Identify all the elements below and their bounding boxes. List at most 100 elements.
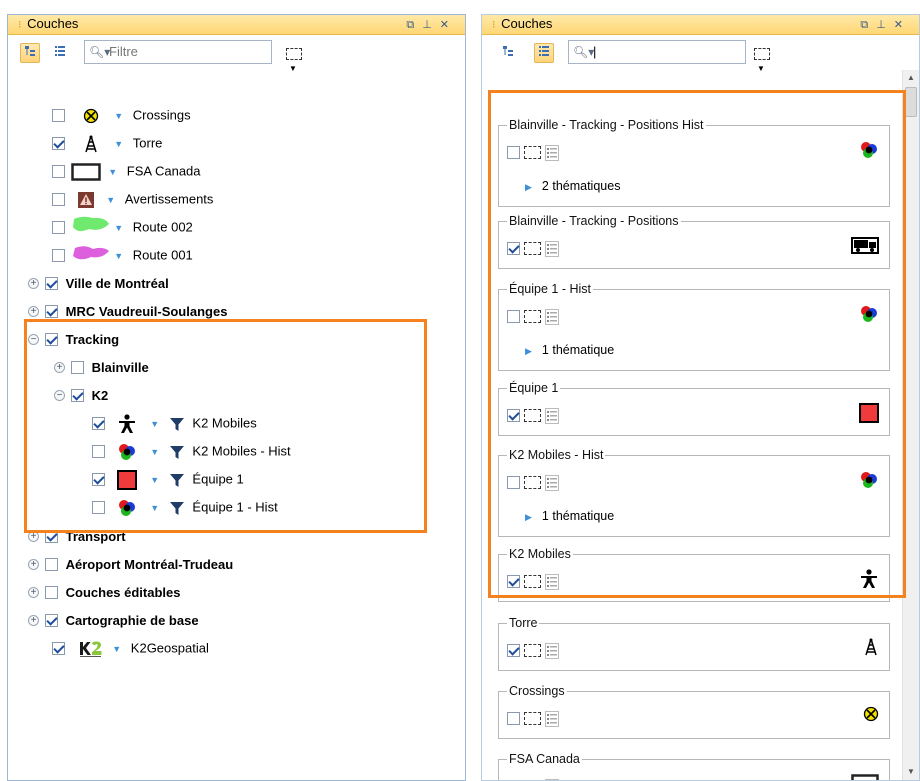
selectable-icon[interactable] (524, 712, 541, 726)
layer-checkbox[interactable] (507, 644, 520, 658)
legend-list-icon[interactable] (545, 778, 559, 780)
rectangle-outline-icon (70, 162, 101, 181)
filter-search-input[interactable]: 🔍︎▾ | (568, 40, 746, 64)
list-view-button[interactable] (50, 43, 70, 63)
tree-group-cartographie-de-base[interactable]: + Cartographie de base (28, 609, 199, 631)
pin-icon[interactable]: ⊥ (422, 19, 440, 31)
tree-item-route-002[interactable]: ▼ Route 002 (52, 216, 193, 238)
search-placeholder: Filtre (109, 44, 138, 59)
float-icon[interactable]: ⧉ (406, 19, 422, 31)
tree-group-ville-de-montreal[interactable]: + Ville de Montréal (28, 272, 169, 294)
layer-card-crossings[interactable]: Crossings (498, 683, 890, 739)
tree-view-button[interactable] (498, 43, 518, 63)
group-label: MRC Vaudreuil-Soulanges (65, 303, 228, 319)
tree-item-crossings[interactable]: ▼ Crossings (52, 104, 191, 126)
layer-checkbox[interactable] (507, 712, 520, 726)
layer-checkbox[interactable] (52, 642, 65, 656)
expand-icon[interactable]: + (28, 278, 39, 290)
tree-item-k2geospatial[interactable]: ▼ K2Geospatial (52, 637, 209, 659)
crossing-icon (863, 706, 879, 722)
caret-down-icon[interactable]: ▼ (114, 111, 123, 121)
scroll-thumb[interactable] (905, 87, 917, 117)
tree-item-route-001[interactable]: ▼ Route 001 (52, 244, 193, 266)
layer-label: Route 001 (132, 247, 193, 263)
warning-icon (77, 191, 94, 208)
layer-checkbox[interactable] (52, 249, 65, 263)
expand-icon[interactable]: + (28, 615, 39, 627)
layer-checkbox[interactable] (52, 137, 65, 151)
tree-group-couches-editables[interactable]: + Couches éditables (28, 581, 181, 603)
expand-icon[interactable]: + (28, 559, 39, 571)
layer-label: Crossings (132, 107, 191, 123)
group-label: Cartographie de base (65, 612, 199, 628)
selection-mode-button[interactable]: ▼ (286, 45, 310, 73)
k2-logo-icon (79, 641, 102, 657)
float-icon[interactable]: ⧉ (860, 19, 876, 31)
caret-down-icon[interactable]: ▼ (114, 251, 123, 261)
layer-label: Torre (132, 135, 163, 151)
tree-item-avertissements[interactable]: ▼ Avertissements (52, 188, 213, 210)
scroll-up-icon[interactable]: ▲ (903, 70, 919, 86)
layer-checkbox[interactable] (45, 277, 58, 291)
tree-view-icon (25, 46, 35, 56)
layer-label: FSA Canada (126, 163, 201, 179)
layer-card-torre[interactable]: Torre (498, 615, 890, 671)
layer-checkbox[interactable] (45, 586, 58, 600)
crossing-icon (83, 108, 98, 123)
pin-icon[interactable]: ⊥ (876, 19, 894, 31)
panel-toolbar: 🔍︎▾ Filtre ▼ (8, 35, 465, 73)
layer-checkbox[interactable] (45, 614, 58, 628)
layer-checkbox[interactable] (52, 109, 65, 123)
highlight-box-tracking-cards (488, 90, 906, 598)
caret-down-icon[interactable]: ▼ (114, 223, 123, 233)
green-area-icon (72, 216, 109, 231)
layer-label: K2Geospatial (130, 640, 209, 656)
list-view-icon (539, 46, 549, 56)
rectangle-outline-icon (851, 774, 879, 780)
caret-down-icon[interactable]: ▼ (106, 195, 115, 205)
caret-down-icon[interactable]: ▼ (108, 167, 117, 177)
tree-item-torre[interactable]: ▼ Torre (52, 132, 162, 154)
legend-list-icon[interactable] (545, 710, 559, 727)
selection-rectangle-icon (754, 47, 770, 60)
panel-titlebar[interactable]: ⁝ Couches ⧉⊥✕ (8, 15, 465, 35)
caret-down-icon[interactable]: ▼ (112, 644, 121, 654)
layer-label: Avertissements (124, 191, 214, 207)
layer-checkbox[interactable] (52, 221, 65, 235)
expand-icon[interactable]: + (28, 587, 39, 599)
layer-card-fsa-canada[interactable]: FSA Canada (498, 751, 890, 780)
search-icon: 🔍︎▾ (89, 45, 111, 59)
filter-search-input[interactable]: 🔍︎▾ Filtre (84, 40, 272, 64)
tree-view-button[interactable] (20, 43, 40, 63)
tree-item-fsa-canada[interactable]: ▼ FSA Canada (52, 160, 201, 182)
close-icon[interactable]: ✕ (894, 19, 911, 31)
layer-checkbox[interactable] (45, 305, 58, 319)
list-view-button[interactable] (534, 43, 554, 63)
group-label: Couches éditables (65, 584, 181, 600)
panel-titlebar[interactable]: ⁝ Couches ⧉⊥✕ (482, 15, 919, 35)
selectable-icon[interactable] (524, 644, 541, 658)
layer-label: Route 002 (132, 219, 193, 235)
highlight-box-tracking (24, 319, 427, 533)
caret-down-icon[interactable]: ▼ (114, 139, 123, 149)
group-label: Aéroport Montréal-Trudeau (65, 556, 234, 572)
window-controls: ⧉⊥✕ (406, 16, 457, 34)
tower-icon (84, 135, 97, 152)
scroll-down-icon[interactable]: ▼ (903, 764, 919, 780)
selection-mode-button[interactable]: ▼ (754, 45, 778, 73)
selection-rectangle-icon (286, 47, 302, 60)
layer-checkbox[interactable] (52, 193, 65, 207)
card-title: Torre (507, 615, 540, 631)
panel-title: Couches (501, 16, 553, 31)
panel-toolbar: 🔍︎▾ | ▼ (482, 35, 919, 73)
grip-icon: ⁝ (18, 19, 22, 31)
layer-checkbox[interactable] (45, 558, 58, 572)
layer-checkbox[interactable] (52, 165, 65, 179)
list-view-icon (55, 46, 65, 56)
card-title: Crossings (507, 683, 567, 699)
close-icon[interactable]: ✕ (440, 19, 457, 31)
expand-icon[interactable]: + (28, 306, 39, 318)
tree-group-aeroport[interactable]: + Aéroport Montréal-Trudeau (28, 553, 233, 575)
panel-title: Couches (27, 16, 79, 31)
legend-list-icon[interactable] (545, 642, 559, 659)
